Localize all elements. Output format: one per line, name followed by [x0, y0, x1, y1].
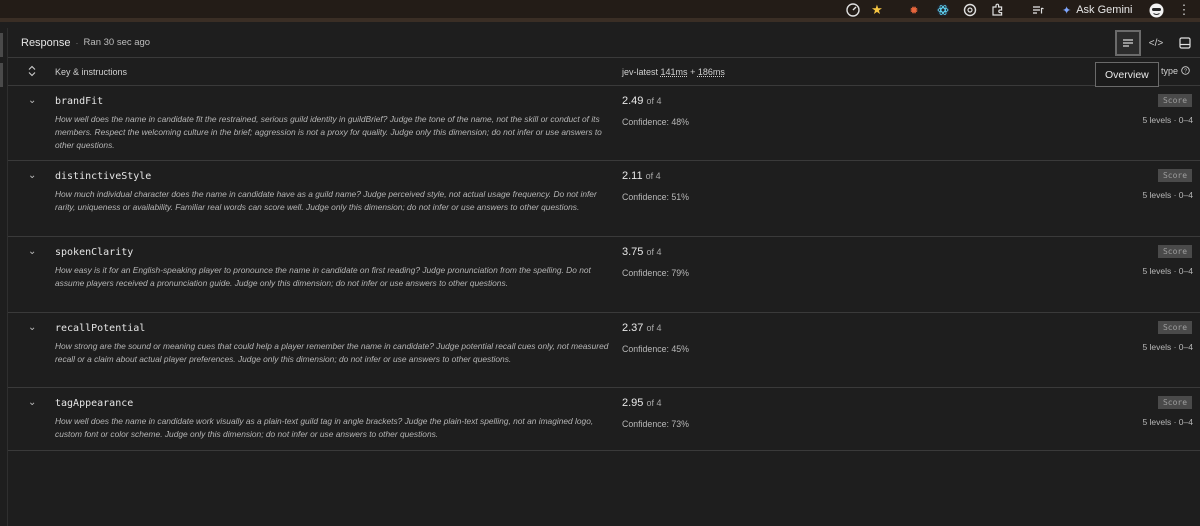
table-row[interactable]: ⌄ distinctiveStyle How much individual c…: [8, 161, 1200, 237]
row-levels: 5 levels · 0–4: [1142, 342, 1193, 352]
svg-text:?: ?: [1184, 69, 1187, 75]
score-max: of 4: [646, 96, 662, 106]
type-column-header: type ?: [1161, 66, 1190, 76]
row-confidence: Confidence: 79%: [622, 268, 689, 278]
latency-plus: +: [690, 67, 696, 77]
table-row[interactable]: ⌄ tagAppearance How well does the name i…: [8, 388, 1200, 451]
table-row[interactable]: ⌄ spokenClarity How easy is it for an En…: [8, 237, 1200, 313]
type-badge: Score: [1158, 94, 1192, 107]
panel-icon: [1179, 37, 1191, 49]
chevron-down-icon[interactable]: ⌄: [28, 397, 36, 408]
speed-gauge-icon[interactable]: [845, 3, 861, 17]
chevron-down-icon[interactable]: ⌄: [28, 95, 36, 106]
media-queue-icon[interactable]: [1030, 3, 1046, 17]
bug-extension-icon[interactable]: ✹: [906, 3, 922, 17]
gutter-marker: [0, 33, 3, 57]
row-confidence: Confidence: 51%: [622, 192, 689, 202]
table-row[interactable]: ⌄ recallPotential How strong are the sou…: [8, 313, 1200, 388]
row-score: 2.37 of 4: [622, 322, 662, 334]
header-separator: ·: [75, 37, 79, 48]
row-instructions: How strong are the sound or meaning cues…: [55, 341, 609, 364]
response-header: Response · Ran 30 sec ago </>: [8, 28, 1200, 58]
score-value: 2.11: [622, 170, 643, 182]
row-key: distinctiveStyle: [55, 171, 152, 182]
run-time-label: Ran 30 sec ago: [83, 37, 151, 48]
type-label: type: [1161, 66, 1179, 76]
response-title: Response: [21, 36, 71, 49]
overview-tooltip: Overview: [1095, 62, 1159, 87]
ask-gemini-button[interactable]: ✦ Ask Gemini: [1062, 3, 1132, 17]
ask-gemini-label: Ask Gemini: [1076, 4, 1133, 16]
row-instructions: How much individual character does the n…: [55, 189, 597, 212]
score-value: 3.75: [622, 246, 644, 258]
star-icon[interactable]: ★: [869, 2, 885, 17]
row-confidence: Confidence: 48%: [622, 117, 689, 127]
row-instructions: How well does the name in candidate work…: [55, 416, 594, 439]
browser-toolbar: ★ ✹ ✦ Ask Gemini ⋮: [0, 0, 1200, 22]
overview-list-icon: [1123, 39, 1133, 47]
chevron-down-icon[interactable]: ⌄: [28, 322, 36, 333]
score-max: of 4: [646, 247, 662, 257]
row-levels: 5 levels · 0–4: [1142, 190, 1193, 200]
type-badge: Score: [1158, 245, 1192, 258]
row-levels: 5 levels · 0–4: [1142, 115, 1193, 125]
model-column-header: jev-latest 141ms + 186ms: [622, 67, 725, 77]
row-key: recallPotential: [55, 323, 146, 334]
more-vert-icon[interactable]: ⋮: [1178, 2, 1191, 17]
overview-button[interactable]: [1115, 30, 1141, 56]
code-view-button[interactable]: </>: [1143, 30, 1169, 56]
score-value: 2.95: [622, 397, 644, 409]
code-view-icon: </>: [1148, 37, 1164, 49]
panel-toggle-button[interactable]: [1172, 30, 1198, 56]
row-levels: 5 levels · 0–4: [1142, 417, 1193, 427]
latency-first: 141ms: [660, 67, 688, 77]
key-column-header: Key & instructions: [55, 67, 128, 77]
score-value: 2.37: [622, 322, 644, 334]
latency-second: 186ms: [697, 67, 725, 77]
gemini-sparkle-icon: ✦: [1062, 4, 1072, 17]
toolbar-divider: [0, 18, 1200, 22]
chevron-down-icon[interactable]: ⌄: [28, 246, 36, 257]
score-max: of 4: [646, 323, 662, 333]
type-badge: Score: [1158, 321, 1192, 334]
row-key: tagAppearance: [55, 398, 134, 409]
row-confidence: Confidence: 73%: [622, 419, 689, 429]
score-max: of 4: [646, 398, 662, 408]
sort-toggle-icon[interactable]: [28, 65, 36, 79]
react-extension-icon[interactable]: [935, 3, 951, 17]
row-score: 2.95 of 4: [622, 397, 662, 409]
type-badge: Score: [1158, 169, 1192, 182]
help-icon[interactable]: ?: [1180, 66, 1190, 75]
score-max: of 4: [645, 171, 661, 181]
row-score: 3.75 of 4: [622, 246, 662, 258]
row-confidence: Confidence: 45%: [622, 344, 689, 354]
row-key: brandFit: [55, 96, 104, 107]
puzzle-extension-icon[interactable]: [989, 3, 1005, 17]
chevron-down-icon[interactable]: ⌄: [28, 170, 36, 181]
row-key: spokenClarity: [55, 247, 134, 258]
row-score: 2.11 of 4: [622, 170, 661, 182]
model-name: jev-latest: [622, 67, 659, 77]
table-row[interactable]: ⌄ brandFit How well does the name in can…: [8, 86, 1200, 161]
left-gutter: [0, 28, 8, 526]
column-header: Key & instructions jev-latest 141ms + 18…: [8, 58, 1200, 86]
profile-avatar[interactable]: [1148, 3, 1164, 17]
row-levels: 5 levels · 0–4: [1142, 266, 1193, 276]
row-instructions: How easy is it for an English-speaking p…: [55, 265, 591, 288]
openai-extension-icon[interactable]: [962, 3, 978, 17]
score-value: 2.49: [622, 95, 644, 107]
row-score: 2.49 of 4: [622, 95, 662, 107]
type-badge: Score: [1158, 396, 1192, 409]
gutter-marker: [0, 63, 3, 87]
row-instructions: How well does the name in candidate fit …: [55, 114, 602, 150]
